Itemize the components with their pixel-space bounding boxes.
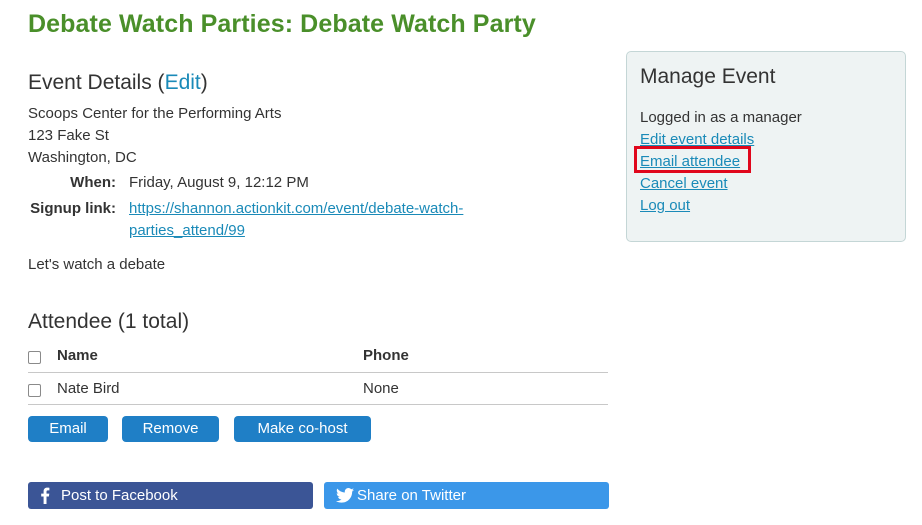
signup-link-line2: parties_attend/99	[129, 222, 245, 239]
table-row: Nate Bird None	[28, 373, 608, 405]
table-header-row: Name Phone	[28, 342, 608, 373]
select-all-checkbox[interactable]	[28, 351, 41, 364]
attendee-phone: None	[363, 380, 399, 397]
event-description: Let's watch a debate	[28, 256, 166, 273]
cancel-event-link[interactable]: Cancel event	[640, 175, 728, 192]
remove-button[interactable]: Remove	[122, 416, 219, 442]
event-details-heading-text: Event Details (	[28, 71, 165, 94]
event-address: Scoops Center for the Performing Arts 12…	[28, 103, 281, 169]
edit-event-link[interactable]: Edit	[165, 71, 201, 94]
attendee-table: Name Phone Nate Bird None	[28, 342, 608, 405]
attendee-name: Nate Bird	[57, 380, 120, 397]
when-value: Friday, August 9, 12:12 PM	[129, 174, 309, 191]
share-on-twitter-button[interactable]: Share on Twitter	[324, 482, 609, 509]
row-checkbox[interactable]	[28, 384, 41, 397]
address-street: 123 Fake St	[28, 127, 109, 144]
attendee-heading: Attendee (1 total)	[28, 310, 190, 333]
name-column-header: Name	[57, 347, 98, 364]
make-cohost-button[interactable]: Make co-host	[234, 416, 371, 442]
twitter-button-label: Share on Twitter	[357, 487, 466, 504]
facebook-icon	[40, 482, 50, 509]
signup-link[interactable]: https://shannon.actionkit.com/event/deba…	[129, 198, 463, 242]
signup-link-line1: https://shannon.actionkit.com/event/deba…	[129, 200, 464, 217]
signup-label: Signup link:	[30, 200, 116, 217]
highlight-box	[634, 146, 751, 173]
address-city: Washington, DC	[28, 149, 137, 166]
manager-status: Logged in as a manager	[640, 109, 802, 126]
page-title: Debate Watch Parties: Debate Watch Party	[28, 10, 536, 38]
event-details-heading-close: )	[200, 71, 208, 94]
facebook-button-label: Post to Facebook	[61, 487, 178, 504]
email-button[interactable]: Email	[28, 416, 108, 442]
event-details-heading: Event Details (Edit)	[28, 71, 208, 95]
post-to-facebook-button[interactable]: Post to Facebook	[28, 482, 313, 509]
when-label: When:	[70, 174, 116, 191]
manage-event-title: Manage Event	[640, 65, 776, 88]
address-venue: Scoops Center for the Performing Arts	[28, 105, 282, 122]
phone-column-header: Phone	[363, 347, 409, 364]
twitter-icon	[336, 482, 354, 509]
log-out-link[interactable]: Log out	[640, 197, 690, 214]
